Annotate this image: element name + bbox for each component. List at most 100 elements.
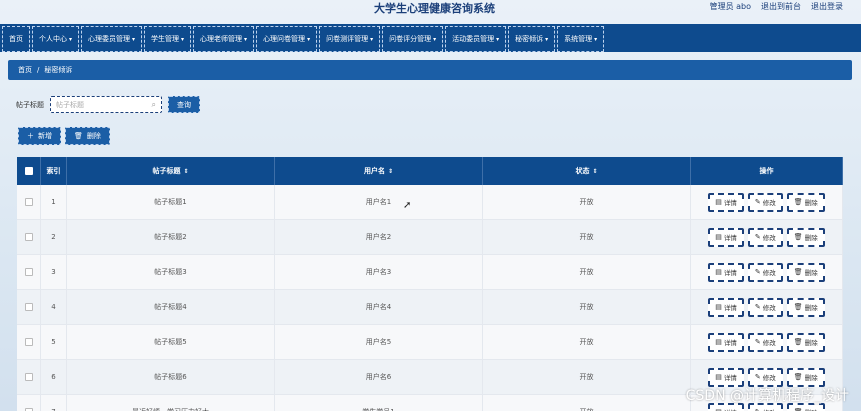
detail-label: 详情	[723, 234, 737, 242]
cell-index: 6	[41, 360, 67, 394]
nav-item-1[interactable]: 个人中心 ▾	[32, 26, 80, 52]
cell-index: 4	[41, 290, 67, 324]
front-link[interactable]: 退出到前台	[761, 1, 801, 12]
row-checkbox[interactable]	[24, 268, 33, 276]
header-user[interactable]: 用户名 ⇕	[275, 157, 483, 185]
detail-label: 详情	[723, 199, 737, 207]
cell-ops: ▤详情✎修改🗑删除	[691, 325, 843, 359]
detail-button[interactable]: ▤详情	[708, 332, 744, 352]
row-checkbox[interactable]	[24, 233, 33, 241]
header-status[interactable]: 状态 ⇕	[483, 157, 691, 185]
cell-title: 帖子标题1	[67, 185, 275, 219]
top-bar: 大学生心理健康咨询系统 管理员 abo 退出到前台 退出登录	[0, 0, 861, 24]
nav-item-label: 系统管理	[564, 35, 593, 43]
edit-button[interactable]: ✎修改	[747, 367, 783, 387]
cell-user: 用户名4	[275, 290, 483, 324]
trash-icon: 🗑	[793, 268, 803, 276]
detail-button[interactable]: ▤详情	[708, 367, 744, 387]
breadcrumb-home[interactable]: 首页	[18, 65, 32, 75]
nav-item-4[interactable]: 心理老师管理 ▾	[193, 26, 255, 52]
delete-button[interactable]: 🗑删除	[786, 227, 825, 247]
watermark: CSDN @计算机程序_设计	[685, 388, 849, 404]
row-checkbox[interactable]	[24, 373, 33, 381]
action-row: ＋ 新增 🗑 删除	[18, 127, 110, 145]
document-icon: ▤	[715, 303, 722, 311]
batch-delete-button[interactable]: 🗑 删除	[65, 127, 110, 145]
chevron-down-icon: ▾	[244, 35, 248, 43]
search-box[interactable]: ⌕	[50, 96, 162, 113]
nav-item-2[interactable]: 心理委员管理 ▾	[81, 26, 143, 52]
cell-user: 用户名5	[275, 325, 483, 359]
add-button[interactable]: ＋ 新增	[18, 127, 61, 145]
cell-user: 用户名2	[275, 220, 483, 254]
chevron-down-icon: ▾	[69, 35, 73, 43]
pencil-icon: ✎	[754, 268, 761, 276]
row-checkbox[interactable]	[24, 338, 33, 346]
plus-icon: ＋	[27, 132, 34, 140]
edit-label: 修改	[762, 374, 776, 382]
row-check-cell	[17, 395, 41, 411]
cell-user: 用户名1	[275, 185, 483, 219]
search-icon: ⌕	[151, 99, 156, 109]
nav-item-3[interactable]: 学生管理 ▾	[144, 26, 192, 52]
detail-button[interactable]: ▤详情	[708, 297, 744, 317]
table-body: 1 帖子标题1 用户名1 开放 ▤ 详情 ✎ 修改 🗑 删除 2 帖子标题2 用户名2 开放 ▤ 详情 ✎ 修改 🗑…	[17, 185, 843, 411]
nav-item-5[interactable]: 心理问卷管理 ▾	[256, 26, 318, 52]
edit-button[interactable]: ✎修改	[747, 332, 783, 352]
header-ops: 操作	[691, 157, 843, 185]
cell-title: 帖子标题3	[67, 255, 275, 289]
nav-item-7[interactable]: 问卷评分管理 ▾	[382, 26, 444, 52]
row-checkbox[interactable]	[24, 303, 33, 311]
logout-link[interactable]: 退出登录	[811, 1, 843, 12]
nav-item-8[interactable]: 活动委员管理 ▾	[445, 26, 507, 52]
cell-index: 5	[41, 325, 67, 359]
query-button[interactable]: 查询	[168, 96, 200, 113]
chevron-down-icon: ▾	[496, 35, 500, 43]
cell-index: 1	[41, 185, 67, 219]
sort-icon: ⇕	[592, 167, 598, 175]
header-title[interactable]: 帖子标题 ⇕	[67, 157, 275, 185]
edit-button[interactable]: ✎修改	[747, 262, 783, 282]
delete-button[interactable]: 🗑删除	[786, 262, 825, 282]
search-input[interactable]	[56, 100, 144, 109]
cell-title: 帖子标题4	[67, 290, 275, 324]
detail-button[interactable]: ▤详情	[708, 192, 744, 212]
pencil-icon: ✎	[754, 373, 761, 381]
sort-icon: ⇕	[183, 167, 189, 175]
nav-item-10[interactable]: 系统管理 ▾	[557, 26, 605, 52]
cell-title: 帖子标题5	[67, 325, 275, 359]
table-row: 4 帖子标题4 用户名4 开放 ▤ 详情 ✎ 修改 🗑 删除	[17, 290, 843, 325]
nav-item-label: 秘密倾诉	[515, 35, 544, 43]
trash-icon: 🗑	[793, 198, 803, 206]
delete-button[interactable]: 🗑删除	[786, 367, 825, 387]
cell-status: 开放	[483, 220, 691, 254]
chevron-down-icon: ▾	[132, 35, 136, 43]
nav-item-0[interactable]: 首页	[2, 26, 30, 52]
nav-item-label: 心理委员管理	[88, 35, 131, 43]
delete-button[interactable]: 🗑删除	[786, 192, 825, 212]
edit-label: 修改	[763, 407, 776, 411]
sort-icon: ⇕	[387, 167, 394, 175]
edit-label: 修改	[762, 199, 776, 207]
row-checkbox[interactable]	[24, 198, 33, 206]
detail-button[interactable]: ▤详情	[708, 262, 744, 282]
chevron-down-icon: ▾	[594, 35, 598, 43]
nav-item-label: 问卷测评管理	[326, 35, 369, 43]
row-check-cell	[17, 185, 41, 219]
delete-button[interactable]: 🗑删除	[786, 297, 825, 317]
nav-item-6[interactable]: 问卷测评管理 ▾	[319, 26, 381, 52]
edit-label: 修改	[762, 339, 776, 347]
edit-button[interactable]: ✎修改	[747, 192, 783, 212]
delete-button[interactable]: 🗑删除	[786, 332, 825, 352]
cell-user: 用户名6	[275, 360, 483, 394]
search-row: 帖子标题 ⌕ 查询	[16, 96, 200, 113]
table-row: 1 帖子标题1 用户名1 开放 ▤ 详情 ✎ 修改 🗑 删除	[17, 185, 843, 220]
detail-label: 详情	[723, 269, 737, 277]
edit-button[interactable]: ✎修改	[747, 297, 783, 317]
detail-button[interactable]: ▤详情	[708, 227, 744, 247]
nav-item-9[interactable]: 秘密倾诉 ▾	[508, 26, 556, 52]
edit-label: 修改	[762, 304, 776, 312]
chevron-down-icon: ▾	[307, 35, 311, 43]
select-all-checkbox[interactable]	[24, 167, 33, 175]
edit-button[interactable]: ✎修改	[747, 227, 783, 247]
